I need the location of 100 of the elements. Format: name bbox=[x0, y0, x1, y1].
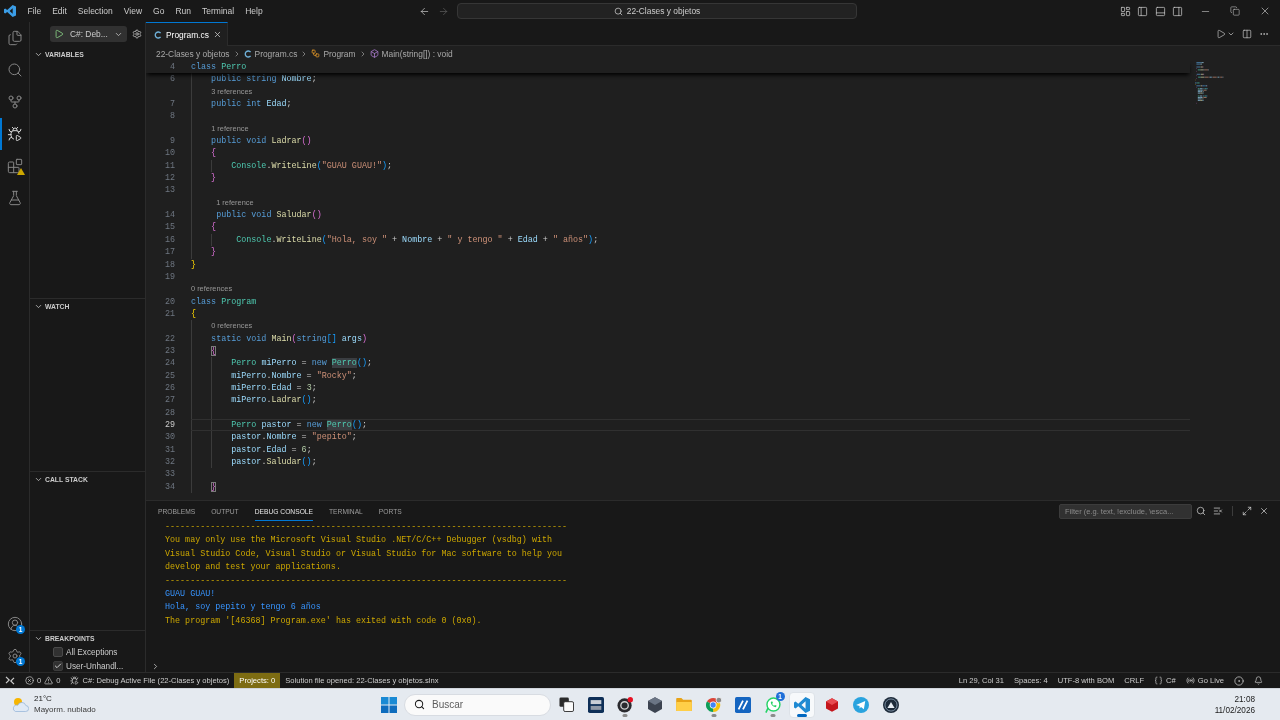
line-number: 16 bbox=[163, 233, 175, 247]
menu-item[interactable]: View bbox=[118, 3, 148, 19]
code-line: public int Edad; bbox=[211, 99, 292, 110]
code-line: public void Ladrar() bbox=[211, 136, 312, 147]
method-symbol-icon bbox=[369, 49, 379, 58]
line-number: 30 bbox=[163, 431, 175, 444]
close-icon[interactable] bbox=[1259, 506, 1269, 516]
line-number: 26 bbox=[163, 381, 175, 395]
editor-tab[interactable]: Program.cs bbox=[146, 22, 228, 46]
menu-item[interactable]: Terminal bbox=[196, 3, 240, 19]
code-line: pastor.Edad = 6; bbox=[231, 444, 312, 455]
line-number: 31 bbox=[163, 443, 175, 456]
flask-icon bbox=[6, 190, 23, 206]
code-line: pastor.Saludar(); bbox=[231, 457, 317, 467]
code-line: pastor.Nombre = "pepito"; bbox=[231, 432, 357, 443]
line-number: 34 bbox=[163, 480, 175, 494]
breakpoint-label: User-Unhandl... bbox=[66, 661, 124, 671]
warning-icon bbox=[17, 168, 25, 175]
line-number: 12 bbox=[163, 172, 175, 185]
menu-item[interactable]: Edit bbox=[46, 3, 73, 19]
console-line: The program '[46368] Program.exe' has exited with code 0 (0x0). bbox=[165, 614, 482, 628]
code-line: public void Saludar() bbox=[216, 210, 322, 221]
clear-list-icon[interactable] bbox=[1213, 506, 1223, 516]
bug-play-icon bbox=[6, 126, 23, 142]
panel-right-icon[interactable] bbox=[1172, 5, 1183, 17]
console-line: Hola, soy pepito y tengo 6 años bbox=[165, 601, 321, 615]
panel-left-icon[interactable] bbox=[1137, 5, 1148, 17]
taskbar-search-field[interactable]: Buscar bbox=[404, 693, 551, 716]
error-icon bbox=[25, 676, 34, 685]
launch-config-dropdown[interactable]: C#: Deb... bbox=[70, 29, 123, 39]
line-number: 6 bbox=[168, 73, 175, 86]
menu-item[interactable]: Selection bbox=[72, 3, 119, 19]
temperature-text: 21°C bbox=[34, 694, 53, 705]
slash-tile-icon bbox=[735, 696, 751, 713]
panel-bottom-icon[interactable] bbox=[1154, 5, 1166, 17]
four-squares-icon bbox=[381, 696, 397, 713]
console-line: Visual Studio Code, Visual Studio or Visual Studio for Mac software to help you bbox=[165, 547, 563, 561]
search-icon bbox=[414, 699, 425, 710]
prompt-chevron-icon bbox=[151, 661, 160, 671]
running-indicator bbox=[770, 714, 775, 717]
class-symbol-icon bbox=[311, 49, 321, 58]
line-number: 23 bbox=[163, 344, 175, 358]
settings-icon bbox=[6, 648, 23, 664]
checkbox[interactable] bbox=[53, 647, 63, 657]
back-arrow-icon[interactable] bbox=[419, 5, 430, 17]
code-line: miPerro.Nombre = "Rocky"; bbox=[231, 370, 357, 381]
menu-item[interactable]: File bbox=[22, 3, 47, 19]
line-number: 21 bbox=[163, 307, 175, 321]
code-line: miPerro.Edad = 3; bbox=[231, 382, 317, 393]
line-number: 9 bbox=[168, 135, 175, 148]
ribbon-logo-icon bbox=[794, 696, 810, 713]
search-icon[interactable] bbox=[1196, 506, 1206, 516]
line-number: 27 bbox=[163, 394, 175, 407]
menu-item[interactable]: Run bbox=[169, 3, 197, 19]
code-line: } bbox=[211, 247, 217, 258]
paper-plane-icon bbox=[853, 696, 869, 713]
code-line: Perro pastor = new Perro(); bbox=[231, 419, 367, 430]
maximize-icon[interactable] bbox=[1242, 506, 1252, 516]
account-icon bbox=[6, 616, 23, 632]
search-icon bbox=[613, 6, 623, 16]
split-editor-icon[interactable] bbox=[1242, 28, 1252, 39]
line-number: 10 bbox=[163, 147, 175, 160]
code-line: miPerro.Ladrar(); bbox=[231, 395, 317, 406]
line-number: 20 bbox=[163, 295, 175, 308]
breadcrumb-item[interactable]: 22-Clases y objetos bbox=[156, 48, 230, 59]
files-icon bbox=[6, 30, 23, 46]
code-line: class Perro bbox=[191, 62, 247, 72]
settings-icon[interactable] bbox=[132, 29, 142, 39]
console-line: You may only use the Microsoft Visual Studio .NET/C/C++ Debugger (vsdbg) with bbox=[165, 534, 552, 548]
play-icon[interactable] bbox=[54, 29, 64, 39]
menu-item[interactable]: Help bbox=[239, 3, 269, 19]
code-line: } bbox=[211, 173, 217, 184]
checkbox[interactable] bbox=[53, 661, 63, 671]
code-line: { bbox=[211, 222, 217, 233]
layout-icon[interactable] bbox=[1119, 5, 1131, 17]
bug-play-icon bbox=[70, 676, 80, 685]
close-icon[interactable] bbox=[212, 30, 222, 39]
breadcrumb-item[interactable]: Program bbox=[323, 48, 356, 59]
line-number: 18 bbox=[163, 258, 175, 271]
cloud-sun-icon bbox=[12, 697, 29, 712]
blocks-icon bbox=[6, 158, 23, 174]
bell-icon bbox=[1254, 676, 1263, 685]
command-center-search[interactable]: 22-Clases y objetos bbox=[457, 3, 857, 19]
broadcast-icon bbox=[1185, 676, 1195, 685]
menu-item[interactable]: Go bbox=[147, 3, 170, 19]
restore-icon[interactable] bbox=[1230, 6, 1240, 16]
code-line: class Program bbox=[191, 296, 257, 307]
line-number: 7 bbox=[168, 98, 175, 111]
line-number: 24 bbox=[163, 357, 175, 370]
file-type-icon bbox=[243, 49, 252, 58]
code-line: public string Nombre; bbox=[211, 74, 317, 85]
line-number: 32 bbox=[163, 456, 175, 469]
close-icon[interactable] bbox=[1259, 5, 1271, 17]
clock-time: 21:08 bbox=[1234, 693, 1255, 705]
play-icon[interactable] bbox=[1216, 28, 1226, 39]
console-line: -------------------------------------------------------------------------------- bbox=[165, 521, 568, 534]
line-number: 17 bbox=[163, 246, 175, 259]
breadcrumb-item[interactable]: Program.cs bbox=[254, 48, 298, 59]
clock-date: 11/02/2026 bbox=[1214, 704, 1255, 716]
breadcrumb-item[interactable]: Main(string[]) : void bbox=[381, 48, 453, 59]
